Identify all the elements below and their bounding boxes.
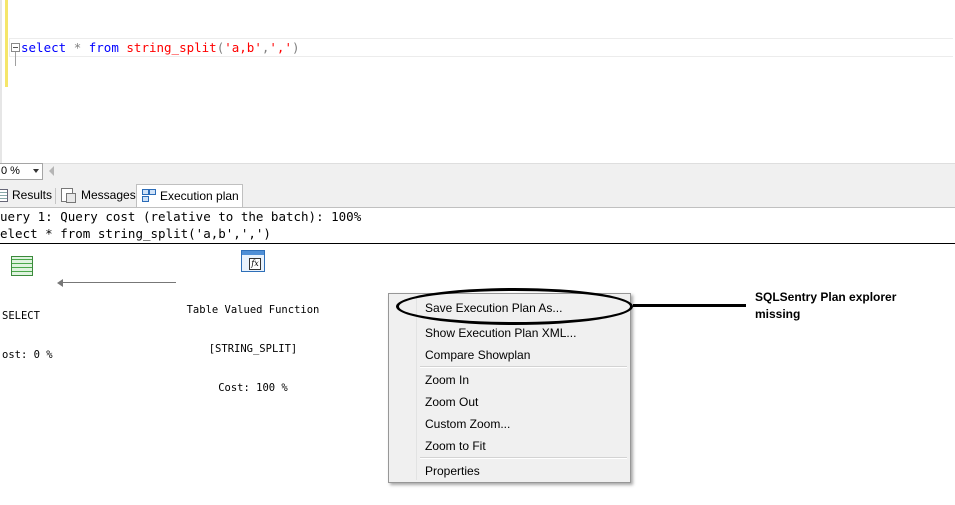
select-node-cost: ost: 0 % (2, 349, 53, 361)
annotation-text: SQLSentry Plan explorer missing (755, 290, 897, 321)
keyword-select: select (21, 40, 67, 55)
plan-divider (0, 243, 955, 244)
tab-execution-plan-label: Execution plan (160, 189, 239, 203)
tab-execution-plan[interactable]: Execution plan (136, 184, 243, 207)
menu-compare-showplan[interactable]: Compare Showplan (425, 348, 530, 362)
function-name: string_split (126, 40, 217, 55)
tab-results-label: Results (12, 188, 53, 202)
select-operator-label: SELECT ost: 0 % (2, 284, 53, 375)
editor-margin (0, 0, 2, 163)
keyword-from: from (88, 40, 119, 55)
tab-messages[interactable]: Messages (61, 184, 136, 206)
scroll-left-arrow-icon[interactable] (49, 166, 54, 176)
annotation-pointer-line (633, 304, 746, 307)
tvf-node-line1: Table Valued Function (186, 304, 320, 316)
query-text: elect * from string_split('a,b',',') (0, 226, 271, 241)
messages-icon (61, 188, 76, 203)
tab-divider (55, 188, 56, 204)
menu-zoom-out[interactable]: Zoom Out (425, 395, 478, 409)
query-cost-header: uery 1: Query cost (relative to the batc… (0, 209, 362, 224)
execution-plan-icon (142, 189, 156, 203)
string-literal-1: 'a,b' (224, 40, 262, 55)
select-operator-icon[interactable] (11, 256, 33, 276)
grid-icon (0, 188, 8, 202)
highlight-ellipse (396, 288, 633, 325)
tab-messages-label: Messages (81, 188, 136, 202)
menu-zoom-in[interactable]: Zoom In (425, 373, 469, 387)
zoom-dropdown[interactable]: 0 % (0, 163, 43, 180)
flow-arrow (60, 282, 176, 283)
menu-separator (420, 366, 627, 368)
changed-lines-indicator (5, 0, 8, 87)
menu-show-execution-plan-xml[interactable]: Show Execution Plan XML... (425, 326, 576, 340)
table-valued-function-icon[interactable]: fx (241, 250, 265, 272)
menu-separator (420, 457, 627, 459)
string-literal-2: ',' (269, 40, 292, 55)
operator-star: * (73, 40, 82, 55)
zoom-value: 0 % (1, 165, 20, 177)
paren-close: ) (291, 40, 300, 55)
tvf-operator-label: Table Valued Function [STRING_SPLIT] Cos… (178, 278, 328, 408)
chevron-down-icon (33, 169, 39, 173)
tvf-node-line2: [STRING_SPLIT] (208, 343, 298, 355)
code-line-1[interactable]: select * from string_split('a,b',',') (21, 40, 300, 55)
select-node-name: SELECT (2, 310, 40, 322)
collapse-toggle-icon[interactable] (11, 43, 20, 52)
query-editor[interactable]: select * from string_split('a,b',',') (0, 0, 955, 163)
editor-scroll-strip[interactable] (0, 163, 955, 182)
menu-custom-zoom[interactable]: Custom Zoom... (425, 417, 510, 431)
outline-line (15, 52, 16, 66)
tab-results[interactable]: Results (0, 184, 56, 206)
context-menu-gutter (416, 296, 417, 480)
menu-properties[interactable]: Properties (425, 464, 480, 478)
flow-arrow-head (57, 279, 63, 287)
tvf-node-cost: Cost: 100 % (218, 382, 288, 394)
menu-zoom-to-fit[interactable]: Zoom to Fit (425, 439, 486, 453)
